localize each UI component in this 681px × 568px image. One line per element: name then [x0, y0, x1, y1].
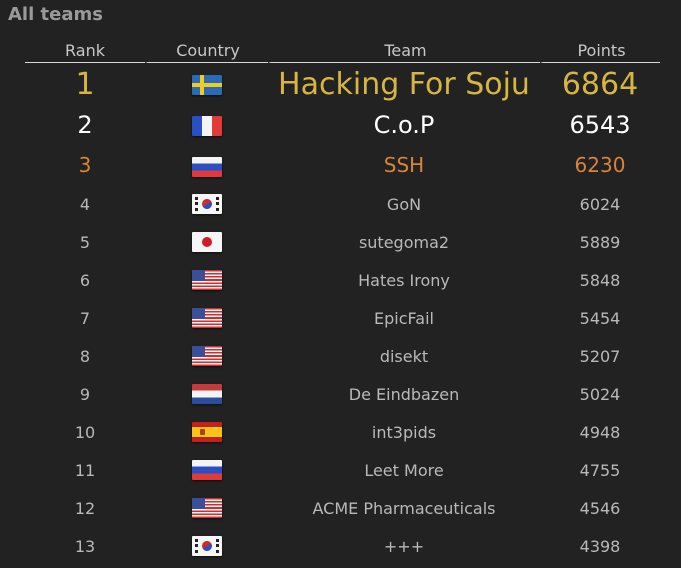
- table-row: 7 EpicFail 5454: [25, 299, 660, 337]
- country-cell: [145, 527, 268, 565]
- team-cell: C.o.P: [373, 111, 435, 139]
- team-cell: Hates Irony: [358, 270, 450, 290]
- points-cell: 5207: [579, 346, 621, 366]
- team-cell: Leet More: [364, 460, 444, 480]
- team-cell: GoN: [386, 194, 422, 214]
- usa-flag-icon: [191, 498, 222, 519]
- column-header-rank: Rank: [25, 40, 145, 63]
- points-cell: 6543: [569, 111, 631, 139]
- country-cell: [145, 185, 268, 223]
- country-cell: [145, 375, 268, 413]
- team-cell: int3pids: [371, 422, 437, 442]
- country-cell: [145, 299, 268, 337]
- rank-cell: 5: [79, 232, 91, 252]
- team-cell: De Eindbazen: [348, 384, 460, 404]
- spain-flag-icon: [191, 422, 222, 443]
- rank-cell: 10: [74, 422, 96, 442]
- points-cell: 6230: [574, 153, 626, 177]
- rank-cell: 7: [79, 308, 91, 328]
- rank-cell: 2: [77, 111, 93, 139]
- rank-cell: 6: [79, 270, 91, 290]
- table-row: 9 De Eindbazen 5024: [25, 375, 660, 413]
- points-cell: 6864: [561, 66, 639, 102]
- table-row: 13 +++ 4398: [25, 527, 660, 565]
- south-korea-flag-icon: [191, 194, 222, 215]
- rank-cell: 9: [79, 384, 91, 404]
- rank-cell: 8: [79, 346, 91, 366]
- points-cell: 5889: [579, 232, 621, 252]
- russia-flag-icon: [191, 460, 222, 481]
- rank-cell: 4: [79, 194, 91, 214]
- table-row: 6 Hates Irony 5848: [25, 261, 660, 299]
- points-cell: 5848: [579, 270, 621, 290]
- column-header-points: Points: [540, 40, 660, 63]
- rank-cell: 13: [74, 536, 96, 556]
- page-title: All teams: [8, 4, 103, 25]
- table-row: 12 ACME Pharmaceuticals 4546: [25, 489, 660, 527]
- russia-flag-icon: [191, 156, 222, 177]
- rank-cell: 12: [74, 498, 96, 518]
- header-row: Rank Country Team Points: [25, 40, 660, 63]
- country-cell: [145, 413, 268, 451]
- country-cell: [145, 223, 268, 261]
- rank-cell: 1: [75, 66, 95, 102]
- country-cell: [145, 63, 268, 105]
- points-cell: 4948: [579, 422, 621, 442]
- points-cell: 6024: [579, 194, 621, 214]
- usa-flag-icon: [191, 346, 222, 367]
- france-flag-icon: [191, 116, 222, 136]
- country-cell: [145, 337, 268, 375]
- team-cell: +++: [383, 536, 425, 556]
- country-cell: [145, 145, 268, 185]
- team-cell: EpicFail: [374, 308, 434, 328]
- table-row: 4 GoN 6024: [25, 185, 660, 223]
- country-cell: [145, 489, 268, 527]
- rank-cell: 11: [74, 460, 96, 480]
- points-cell: 4755: [579, 460, 621, 480]
- rank-cell: 3: [78, 153, 92, 177]
- table-row: 5 sutegoma2 5889: [25, 223, 660, 261]
- scoreboard-table: Rank Country Team Points 1 Hacking For S…: [25, 40, 660, 565]
- country-cell: [145, 105, 268, 145]
- netherlands-flag-icon: [191, 384, 222, 405]
- team-cell: SSH: [383, 153, 425, 177]
- table-row: 10 int3pids 4948: [25, 413, 660, 451]
- team-cell: disekt: [379, 346, 429, 366]
- team-cell: ACME Pharmaceuticals: [312, 498, 496, 518]
- japan-flag-icon: [191, 232, 222, 253]
- table-row: 1 Hacking For Soju 6864: [25, 63, 660, 105]
- points-cell: 5454: [579, 308, 621, 328]
- table-row: 8 disekt 5207: [25, 337, 660, 375]
- table-row: 2 C.o.P 6543: [25, 105, 660, 145]
- column-header-team: Team: [268, 40, 540, 63]
- south-korea-flag-icon: [191, 536, 222, 557]
- sweden-flag-icon: [191, 75, 222, 95]
- table-row: 11 Leet More 4755: [25, 451, 660, 489]
- country-cell: [145, 261, 268, 299]
- usa-flag-icon: [191, 270, 222, 291]
- points-cell: 4398: [579, 536, 621, 556]
- points-cell: 4546: [579, 498, 621, 518]
- usa-flag-icon: [191, 308, 222, 329]
- team-cell: sutegoma2: [358, 232, 450, 252]
- team-cell: Hacking For Soju: [278, 66, 530, 102]
- points-cell: 5024: [579, 384, 621, 404]
- country-cell: [145, 451, 268, 489]
- column-header-country: Country: [145, 40, 268, 63]
- table-row: 3 SSH 6230: [25, 145, 660, 185]
